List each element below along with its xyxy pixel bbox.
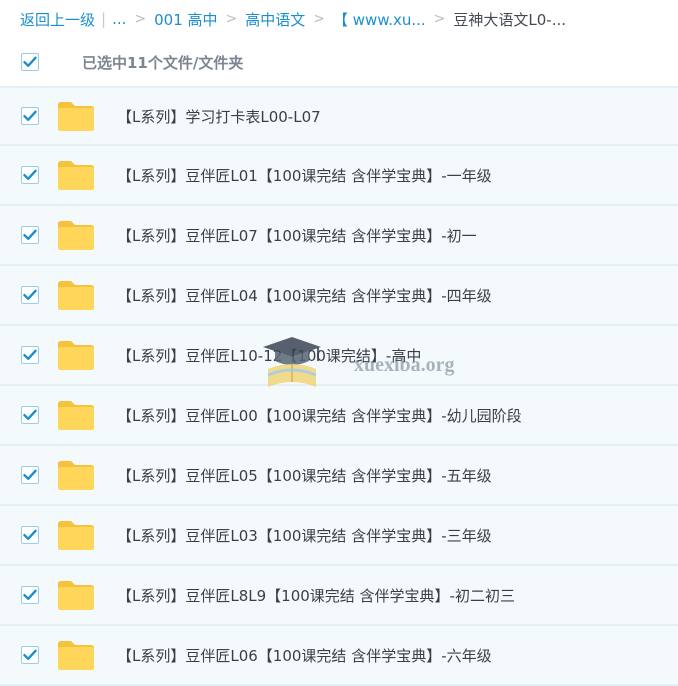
- check-icon: [23, 409, 37, 420]
- file-name[interactable]: 【L系列】豆伴匠L04【100课完结 含伴学宝典】-四年级: [117, 285, 492, 306]
- file-name[interactable]: 【L系列】豆伴匠L8L9【100课完结 含伴学宝典】-初二初三: [117, 585, 515, 606]
- folder-icon: [58, 460, 94, 490]
- file-row[interactable]: 【L系列】豆伴匠L00【100课完结 含伴学宝典】-幼儿园阶段: [0, 386, 678, 446]
- check-icon: [23, 56, 37, 67]
- row-checkbox[interactable]: [21, 226, 39, 244]
- chevron-right-icon: >: [225, 11, 238, 27]
- folder-icon: [58, 340, 94, 370]
- breadcrumb-current: 豆神大语文L0-...: [453, 10, 567, 29]
- folder-icon: [58, 520, 94, 550]
- file-name[interactable]: 【L系列】豆伴匠L06【100课完结 含伴学宝典】-六年级: [117, 645, 492, 666]
- breadcrumb-item-gaozhong[interactable]: 001 高中: [154, 9, 217, 30]
- file-row[interactable]: 【L系列】豆伴匠L06【100课完结 含伴学宝典】-六年级: [0, 626, 678, 686]
- check-icon: [23, 229, 37, 240]
- file-list: 【L系列】学习打卡表L00-L07 【L系列】豆伴匠L01【100课完结 含伴学宝…: [0, 86, 678, 686]
- file-row[interactable]: 【L系列】豆伴匠L07【100课完结 含伴学宝典】-初一: [0, 206, 678, 266]
- file-row[interactable]: 【L系列】豆伴匠L01【100课完结 含伴学宝典】-一年级: [0, 146, 678, 206]
- row-checkbox[interactable]: [21, 166, 39, 184]
- row-checkbox[interactable]: [21, 406, 39, 424]
- check-icon: [23, 169, 37, 180]
- row-checkbox[interactable]: [21, 466, 39, 484]
- file-row[interactable]: 【L系列】豆伴匠L05【100课完结 含伴学宝典】-五年级: [0, 446, 678, 506]
- row-checkbox[interactable]: [21, 586, 39, 604]
- check-icon: [23, 649, 37, 660]
- file-name[interactable]: 【L系列】豆伴匠L05【100课完结 含伴学宝典】-五年级: [117, 465, 492, 486]
- breadcrumb-divider: |: [101, 10, 107, 28]
- chevron-right-icon: >: [433, 11, 446, 27]
- breadcrumb: 返回上一级 | ... > 001 高中 > 高中语文 > 【 www.xu..…: [0, 0, 678, 38]
- breadcrumb-item-www[interactable]: 【 www.xu...: [333, 9, 426, 30]
- selection-count-label: 已选中11个文件/文件夹: [82, 53, 244, 72]
- check-icon: [23, 289, 37, 300]
- file-name[interactable]: 【L系列】豆伴匠L03【100课完结 含伴学宝典】-三年级: [117, 525, 492, 546]
- check-icon: [23, 110, 37, 121]
- file-row[interactable]: 【L系列】豆伴匠L10-12【100课完结】-高中: [0, 326, 678, 386]
- chevron-right-icon: >: [313, 11, 326, 27]
- folder-icon: [58, 580, 94, 610]
- check-icon: [23, 589, 37, 600]
- row-checkbox[interactable]: [21, 286, 39, 304]
- file-name[interactable]: 【L系列】豆伴匠L00【100课完结 含伴学宝典】-幼儿园阶段: [117, 405, 522, 426]
- file-name[interactable]: 【L系列】豆伴匠L07【100课完结 含伴学宝典】-初一: [117, 225, 477, 246]
- row-checkbox[interactable]: [21, 646, 39, 664]
- file-row[interactable]: 【L系列】豆伴匠L8L9【100课完结 含伴学宝典】-初二初三: [0, 566, 678, 626]
- back-link[interactable]: 返回上一级: [20, 9, 95, 30]
- folder-icon: [58, 400, 94, 430]
- file-row[interactable]: 【L系列】豆伴匠L03【100课完结 含伴学宝典】-三年级: [0, 506, 678, 566]
- folder-icon: [58, 160, 94, 190]
- select-all-bar: 已选中11个文件/文件夹: [0, 38, 678, 86]
- file-row[interactable]: 【L系列】学习打卡表L00-L07: [0, 86, 678, 146]
- folder-icon: [58, 101, 94, 131]
- check-icon: [23, 349, 37, 360]
- check-icon: [23, 529, 37, 540]
- breadcrumb-item-yuwen[interactable]: 高中语文: [245, 9, 305, 30]
- check-icon: [23, 469, 37, 480]
- file-name[interactable]: 【L系列】学习打卡表L00-L07: [117, 106, 321, 127]
- file-name[interactable]: 【L系列】豆伴匠L10-12【100课完结】-高中: [117, 345, 421, 366]
- row-checkbox[interactable]: [21, 526, 39, 544]
- folder-icon: [58, 280, 94, 310]
- row-checkbox[interactable]: [21, 107, 39, 125]
- row-checkbox[interactable]: [21, 346, 39, 364]
- select-all-checkbox[interactable]: [21, 53, 39, 71]
- file-row[interactable]: 【L系列】豆伴匠L04【100课完结 含伴学宝典】-四年级: [0, 266, 678, 326]
- breadcrumb-ellipsis[interactable]: ...: [112, 10, 126, 28]
- folder-icon: [58, 640, 94, 670]
- chevron-right-icon: >: [134, 11, 147, 27]
- folder-icon: [58, 220, 94, 250]
- file-name[interactable]: 【L系列】豆伴匠L01【100课完结 含伴学宝典】-一年级: [117, 165, 492, 186]
